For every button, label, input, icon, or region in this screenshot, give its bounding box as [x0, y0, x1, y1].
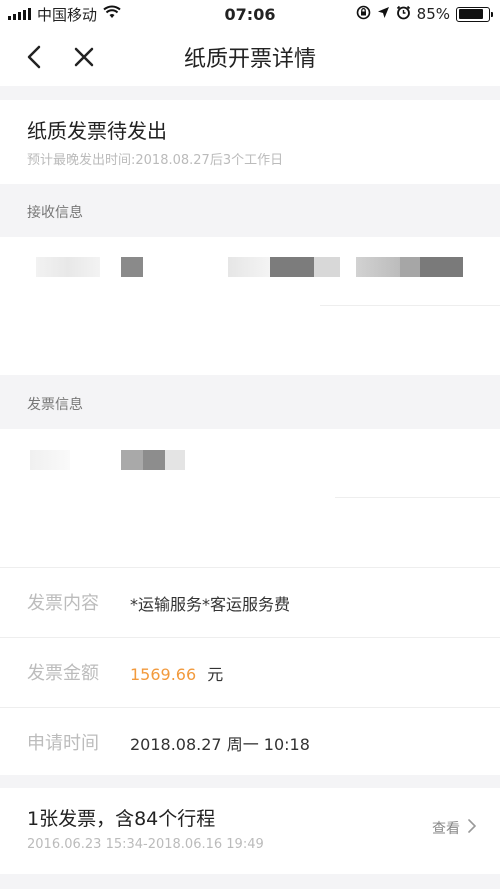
redacted-block [143, 450, 165, 470]
redacted-block [36, 257, 100, 277]
rotation-lock-icon [356, 5, 371, 24]
apply-time-label: 申请时间 [27, 733, 99, 754]
alarm-icon [396, 5, 411, 24]
carrier-label: 中国移动 [37, 5, 98, 24]
close-icon[interactable] [66, 39, 102, 75]
chevron-right-icon [468, 819, 477, 837]
trips-range: 2016.06.23 15:34-2018.06.16 19:49 [27, 837, 264, 852]
invoice-info-card: 发票内容 *运输服务*客运服务费 发票金额 1569.66 元 申请时间 201… [0, 429, 500, 775]
redacted-block [270, 257, 314, 277]
redacted-block [400, 257, 420, 277]
amount-number: 1569.66 [130, 665, 197, 684]
receive-section-label: 接收信息 [27, 205, 83, 221]
location-icon [377, 5, 390, 23]
invoice-amount-value: 1569.66 元 [130, 661, 223, 685]
signal-icon [8, 8, 31, 20]
view-trips-button[interactable]: 查看 [432, 818, 477, 838]
redacted-block [30, 450, 70, 470]
invoice-content-row: 发票内容 *运输服务*客运服务费 [0, 567, 500, 637]
invoice-content-value: *运输服务*客运服务费 [130, 595, 291, 614]
battery-icon [456, 6, 493, 22]
redacted-block [420, 257, 463, 277]
divider [320, 305, 500, 306]
trips-title: 1张发票，含84个行程 [27, 808, 216, 830]
invoice-status-title: 纸质发票待发出 [27, 119, 167, 143]
redacted-block [121, 450, 143, 470]
view-trips-label: 查看 [432, 821, 460, 837]
invoice-amount-label: 发票金额 [27, 663, 99, 684]
trips-card[interactable]: 1张发票，含84个行程 2016.06.23 15:34-2018.06.16 … [0, 788, 500, 874]
chevron-left-icon[interactable] [16, 39, 52, 75]
battery-percent: 85% [416, 5, 450, 23]
invoice-status-card: 纸质发票待发出 预计最晚发出时间:2018.08.27后3个工作日 [0, 100, 500, 184]
divider [335, 497, 500, 498]
amount-unit: 元 [207, 665, 224, 684]
apply-time-value: 2018.08.27 周一 10:18 [130, 735, 310, 754]
invoice-content-label: 发票内容 [27, 593, 99, 614]
invoice-section-label: 发票信息 [27, 397, 83, 413]
redacted-block [165, 450, 185, 470]
receive-info-card [0, 237, 500, 375]
redacted-block [228, 257, 270, 277]
invoice-status-subtitle: 预计最晚发出时间:2018.08.27后3个工作日 [27, 153, 284, 168]
nav-bar: 纸质开票详情 [0, 28, 500, 86]
redacted-block [356, 257, 400, 277]
invoice-amount-row: 发票金额 1569.66 元 [0, 637, 500, 707]
apply-time-row: 申请时间 2018.08.27 周一 10:18 [0, 707, 500, 777]
status-bar: 中国移动 07:06 85% [0, 0, 500, 28]
redacted-block [121, 257, 143, 277]
redacted-block [314, 257, 340, 277]
wifi-icon [103, 5, 121, 23]
